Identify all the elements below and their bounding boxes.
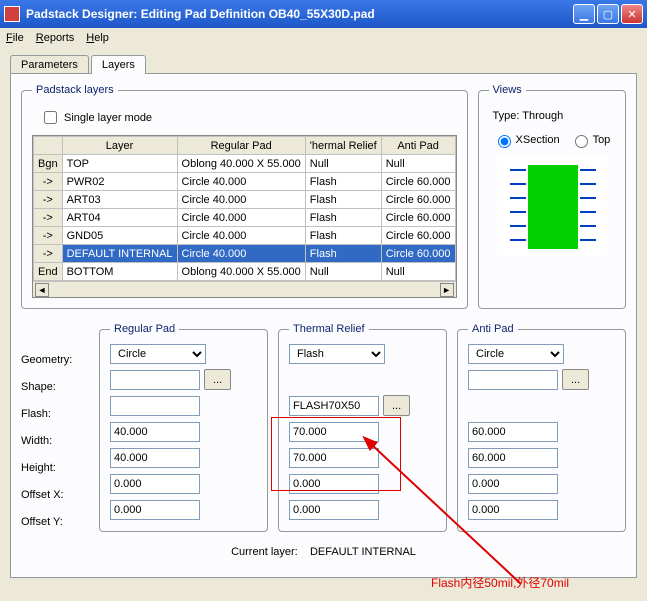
padstack-layers-group: Padstack layers Single layer mode Layer … <box>21 84 468 309</box>
chip-icon <box>528 165 578 249</box>
menubar: File Reports Help <box>0 28 647 48</box>
layers-grid[interactable]: Layer Regular Pad 'hermal Relief Anti Pa… <box>32 135 457 298</box>
table-row[interactable]: ->ART03Circle 40.000FlashCircle 60.000 <box>34 191 456 209</box>
single-layer-checkbox[interactable] <box>44 111 57 124</box>
anti-height-input[interactable] <box>468 448 558 468</box>
regular-width-input[interactable] <box>110 422 200 442</box>
anti-offx-input[interactable] <box>468 474 558 494</box>
radio-xsection[interactable]: XSection <box>493 132 560 148</box>
grid-scrollbar[interactable]: ◄ ► <box>33 281 456 297</box>
anti-geometry-select[interactable]: Circle <box>468 344 564 364</box>
thermal-offy-input[interactable] <box>289 500 379 520</box>
menu-file[interactable]: File <box>6 32 24 44</box>
maximize-button[interactable]: ▢ <box>597 4 619 24</box>
menu-reports[interactable]: Reports <box>36 32 75 44</box>
anti-offy-input[interactable] <box>468 500 558 520</box>
anti-pad-group: Anti Pad Circle ... <box>457 323 626 532</box>
table-row[interactable]: ->ART04Circle 40.000FlashCircle 60.000 <box>34 209 456 227</box>
regular-height-input[interactable] <box>110 448 200 468</box>
thermal-relief-group: Thermal Relief Flash ... <box>278 323 447 532</box>
padstack-layers-legend: Padstack layers <box>32 84 118 96</box>
current-layer: Current layer: DEFAULT INTERNAL <box>21 546 626 558</box>
regular-geometry-select[interactable]: Circle <box>110 344 206 364</box>
table-row[interactable]: ->DEFAULT INTERNALCircle 40.000FlashCirc… <box>34 245 456 263</box>
regular-shape-browse[interactable]: ... <box>204 369 231 390</box>
table-row[interactable]: EndBOTTOMOblong 40.000 X 55.000NullNull <box>34 263 456 281</box>
views-group: Views Type: Through XSection Top <box>478 84 626 309</box>
annotation-text: Flash内径50mil,外径70mil <box>431 574 569 591</box>
preview-pane <box>497 156 607 256</box>
field-labels: Geometry: Shape: Flash: Width: Height: O… <box>21 323 89 532</box>
anti-width-input[interactable] <box>468 422 558 442</box>
close-button[interactable]: ✕ <box>621 4 643 24</box>
window-title: Padstack Designer: Editing Pad Definitio… <box>26 7 571 21</box>
minimize-button[interactable]: ▁ <box>573 4 595 24</box>
table-row[interactable]: ->GND05Circle 40.000FlashCircle 60.000 <box>34 227 456 245</box>
tab-pane: Padstack layers Single layer mode Layer … <box>10 73 637 578</box>
thermal-offx-input[interactable] <box>289 474 379 494</box>
radio-top[interactable]: Top <box>570 132 611 148</box>
scroll-right-icon[interactable]: ► <box>440 283 454 297</box>
scroll-left-icon[interactable]: ◄ <box>35 283 49 297</box>
table-row[interactable]: BgnTOPOblong 40.000 X 55.000NullNull <box>34 155 456 173</box>
thermal-flash-input[interactable] <box>289 396 379 416</box>
tab-layers[interactable]: Layers <box>91 55 146 74</box>
regular-offx-input[interactable] <box>110 474 200 494</box>
regular-pad-group: Regular Pad Circle ... <box>99 323 268 532</box>
menu-help[interactable]: Help <box>86 32 109 44</box>
anti-shape-browse[interactable]: ... <box>562 369 589 390</box>
views-legend: Views <box>489 84 526 96</box>
thermal-width-input[interactable] <box>289 422 379 442</box>
regular-flash-input[interactable] <box>110 396 200 416</box>
single-layer-mode[interactable]: Single layer mode <box>40 108 457 127</box>
thermal-geometry-select[interactable]: Flash <box>289 344 385 364</box>
thermal-flash-browse[interactable]: ... <box>383 395 410 416</box>
regular-offy-input[interactable] <box>110 500 200 520</box>
anti-shape-input[interactable] <box>468 370 558 390</box>
tab-parameters[interactable]: Parameters <box>10 55 89 74</box>
regular-shape-input[interactable] <box>110 370 200 390</box>
app-icon <box>4 6 20 22</box>
table-row[interactable]: ->PWR02Circle 40.000FlashCircle 60.000 <box>34 173 456 191</box>
titlebar: Padstack Designer: Editing Pad Definitio… <box>0 0 647 28</box>
thermal-height-input[interactable] <box>289 448 379 468</box>
